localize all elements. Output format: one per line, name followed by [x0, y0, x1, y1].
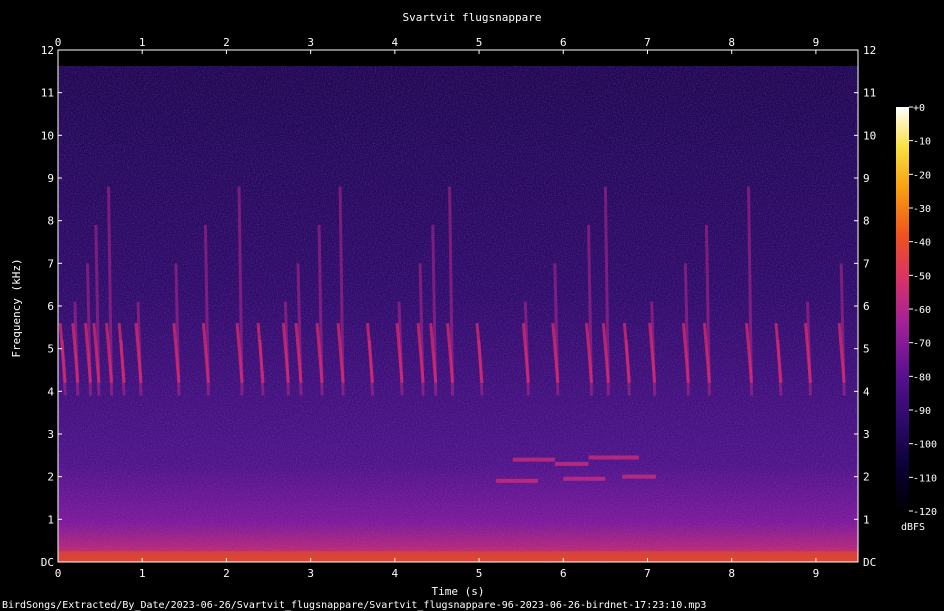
x-tick-label-top: 4: [392, 36, 399, 49]
colorbar-tick-label: -50: [913, 271, 931, 282]
spectrogram-plot: [58, 50, 858, 562]
x-tick-label: 6: [560, 567, 567, 580]
y-tick-label-right: 4: [863, 385, 870, 398]
x-tick-label-top: 3: [307, 36, 314, 49]
x-axis-label: Time (s): [432, 585, 485, 598]
x-tick-label: 0: [55, 567, 62, 580]
x-tick-label-top: 0: [55, 36, 62, 49]
y-tick-label: 3: [47, 428, 54, 441]
file-path: BirdSongs/Extracted/By_Date/2023-06-26/S…: [2, 600, 706, 611]
y-tick-label-right: 11: [863, 87, 876, 100]
y-tick-label-right: DC: [863, 556, 876, 569]
y-tick-label: 4: [47, 385, 54, 398]
colorbar-tick-label: -120: [913, 507, 937, 518]
x-tick-label-top: 8: [728, 36, 735, 49]
y-tick-label: 2: [47, 471, 54, 484]
y-tick-label-right: 1: [863, 513, 870, 526]
colorbar-tick-label: -10: [913, 137, 931, 148]
y-tick-label: 7: [47, 257, 54, 270]
x-tick-label-top: 1: [139, 36, 146, 49]
colorbar-tick-label: -60: [913, 305, 931, 316]
x-tick-label: 2: [223, 567, 230, 580]
colorbar-tick-label: -30: [913, 204, 931, 215]
x-tick-label: 5: [476, 567, 483, 580]
x-tick-label-top: 2: [223, 36, 230, 49]
x-tick-label-top: 5: [476, 36, 483, 49]
colorbar-tick-label: -70: [913, 339, 931, 350]
y-tick-label: 9: [47, 172, 54, 185]
x-tick-label-top: 7: [644, 36, 651, 49]
colorbar-tick-label: +0: [913, 103, 925, 114]
chart-title: Svartvit flugsnappare: [402, 11, 541, 24]
x-tick-label: 1: [139, 567, 146, 580]
y-tick-label-right: 6: [863, 300, 870, 313]
y-tick-label: 1: [47, 513, 54, 526]
y-tick-label-right: 12: [863, 44, 876, 57]
low-frequency-band: [58, 551, 858, 562]
colorbar-tick-label: -110: [913, 473, 937, 484]
y-tick-label-right: 7: [863, 257, 870, 270]
y-axis-label: Frequency (kHz): [10, 258, 23, 357]
colorbar-ticks: +0 -10 -20 -30 -40 -50 -60 -70 -80 -90 -100 -110 -12…: [909, 103, 937, 518]
colorbar-tick-label: -80: [913, 372, 931, 383]
y-tick-label: 11: [41, 87, 54, 100]
y-tick-label-right: 10: [863, 129, 876, 142]
spectrogram-chart: Svartvit flugsnappare 001122334455667788…: [2, 11, 937, 611]
colorbar-tick-label: -20: [913, 170, 931, 181]
x-tick-label-top: 9: [813, 36, 820, 49]
colorbar-tick-label: -100: [913, 440, 937, 451]
y-tick-label: 12: [41, 44, 54, 57]
colorbar-tick-label: -40: [913, 238, 931, 249]
x-tick-label: 8: [728, 567, 735, 580]
y-tick-label-right: 9: [863, 172, 870, 185]
y-tick-label: DC: [41, 556, 54, 569]
y-tick-label: 5: [47, 343, 54, 356]
y-tick-label-right: 5: [863, 343, 870, 356]
y-tick-label-right: 8: [863, 215, 870, 228]
x-tick-label: 4: [392, 567, 399, 580]
x-tick-label: 3: [307, 567, 314, 580]
colorbar-tick-label: -90: [913, 406, 931, 417]
x-tick-label: 7: [644, 567, 651, 580]
y-tick-label-right: 3: [863, 428, 870, 441]
y-tick-label: 10: [41, 129, 54, 142]
y-tick-label: 6: [47, 300, 54, 313]
colorbar-label: dBFS: [901, 522, 925, 533]
x-tick-label-top: 6: [560, 36, 567, 49]
y-tick-label-right: 2: [863, 471, 870, 484]
y-tick-label: 8: [47, 215, 54, 228]
colorbar: [896, 107, 909, 511]
x-tick-label: 9: [813, 567, 820, 580]
